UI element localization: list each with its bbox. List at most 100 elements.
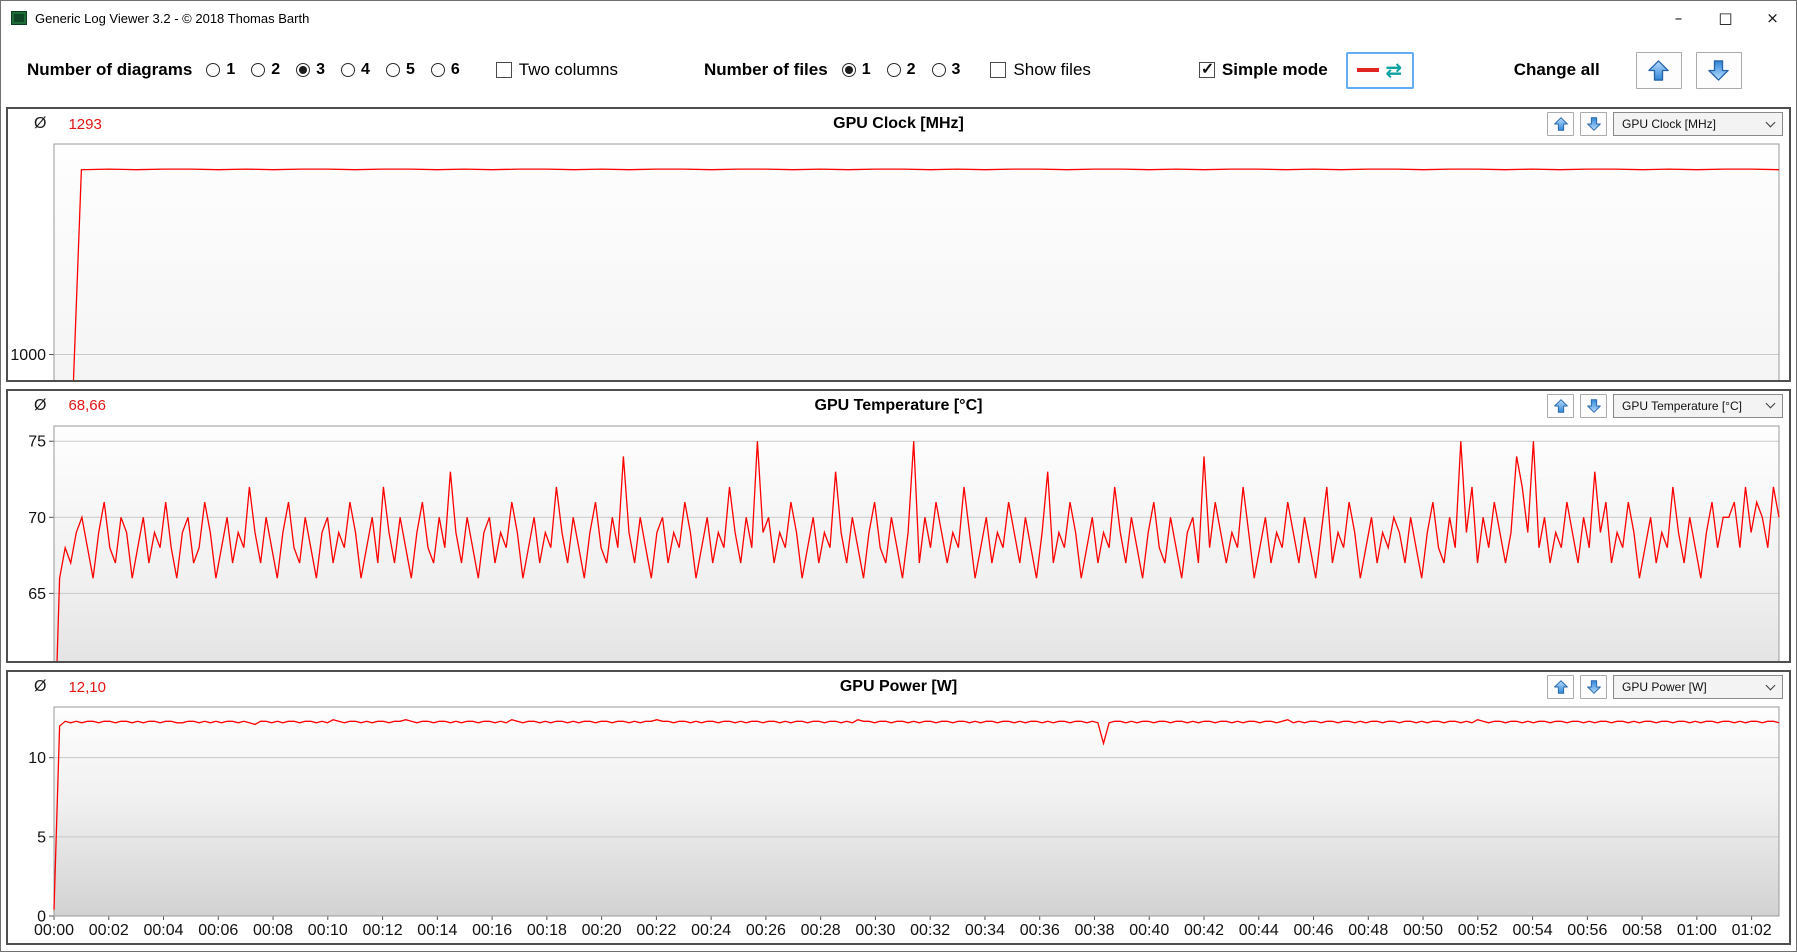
y-axis-labels: 5560657075 [28,433,54,664]
show-files-checkbox[interactable]: Show files [990,60,1091,80]
svg-text:00:12: 00:12 [363,922,403,939]
radio-icon [430,63,445,77]
chart-move-up-button[interactable] [1547,675,1574,700]
toolbar: Number of diagrams 1 2 3 4 5 6 Two columns Nu… [1,35,1796,105]
chart-move-up-button[interactable] [1547,393,1574,418]
charts-container: Ø 1293 GPU Clock [MHz] GPU Clock [MHz] 50010… [1,105,1796,951]
chart-title: GPU Power [W] [839,678,958,696]
two-columns-label: Two columns [518,60,618,79]
radio-label: 4 [361,61,370,78]
svg-text:00:28: 00:28 [801,922,841,939]
diagram-count-option-2[interactable]: 2 [251,61,280,79]
radio-label: 1 [226,61,236,78]
chart-controls: GPU Power [W] [1547,675,1783,700]
average-readout: Ø 1293 [34,109,102,139]
radio-icon [841,63,856,77]
diagram-count-option-5[interactable]: 5 [385,61,415,79]
file-count-option-1[interactable]: 1 [841,61,871,79]
chart-panel-2: Ø 68,66 GPU Temperature [°C] GPU Temperatur… [6,388,1791,664]
radio-label: 6 [450,61,460,78]
svg-text:00:32: 00:32 [910,922,950,939]
average-readout: Ø 12,10 [34,672,106,702]
change-all-down-button[interactable] [1695,51,1742,89]
svg-text:65: 65 [28,586,46,603]
titlebar: Generic Log Viewer 3.2 - © 2018 Thomas B… [1,1,1796,35]
chevron-down-icon [1765,398,1776,409]
up-arrow-icon [1648,59,1669,81]
radio-label: 2 [906,61,916,78]
chart-move-up-button[interactable] [1547,112,1574,136]
chart-plot: 051000:00 00:02 00:04 00:06 00:08 00:10 00:12 0… [28,706,1780,939]
svg-text:00:52: 00:52 [1458,922,1498,939]
svg-text:00:36: 00:36 [1020,922,1060,939]
x-axis-labels: 00:00 00:02 00:04 00:06 00:08 00:10 00:12 00:14… [34,916,1772,939]
svg-text:60: 60 [28,662,46,664]
diagram-count-option-3[interactable]: 3 [296,61,325,79]
chart-header: Ø 12,10 GPU Power [W] GPU Power [W] [8,672,1789,702]
chart-plot: 500100000:0000:0200:0400:0600:0800:1000:… [10,143,1780,380]
chart-metric-dropdown[interactable]: GPU Clock [MHz] [1613,112,1783,136]
y-axis-labels: 0510 [28,751,54,926]
maximize-button[interactable]: □ [1702,1,1749,35]
svg-text:1000: 1000 [10,347,46,364]
chart-header: Ø 1293 GPU Clock [MHz] GPU Clock [MHz] [8,109,1789,139]
radio-icon [296,63,311,77]
minimize-button[interactable]: – [1655,1,1702,35]
chart-metric-dropdown[interactable]: GPU Power [W] [1613,675,1783,700]
svg-text:00:08: 00:08 [253,922,293,939]
chart-title: GPU Clock [MHz] [833,115,964,132]
two-columns-checkbox[interactable]: Two columns [495,60,618,80]
chart-move-down-button[interactable] [1580,393,1607,418]
svg-text:00:10: 00:10 [308,922,348,939]
close-button[interactable]: × [1749,1,1796,35]
svg-text:00:24: 00:24 [691,922,731,939]
show-files-label: Show files [1013,60,1091,79]
diagram-count-option-4[interactable]: 4 [341,61,370,79]
average-symbol: Ø [34,396,47,414]
up-arrow-icon [1553,398,1568,413]
chart-move-down-button[interactable] [1580,675,1607,700]
red-line-icon [1357,68,1380,72]
svg-text:00:38: 00:38 [1074,922,1114,939]
chevron-down-icon [1765,117,1776,127]
file-count-option-3[interactable]: 3 [931,61,960,79]
app-window: Generic Log Viewer 3.2 - © 2018 Thomas B… [0,0,1797,952]
chart-move-down-button[interactable] [1580,112,1607,136]
diagram-count-option-1[interactable]: 1 [206,61,235,79]
svg-text:00:50: 00:50 [1403,922,1443,939]
file-count-option-2[interactable]: 2 [886,61,916,79]
svg-text:00:00: 00:00 [34,922,74,939]
svg-text:75: 75 [28,433,46,450]
number-of-files-label: Number of files [703,60,828,79]
average-symbol: Ø [34,678,47,696]
checkbox-icon [990,62,1007,78]
svg-text:00:14: 00:14 [417,922,457,939]
swap-arrows-icon: ⇄ [1385,58,1403,82]
svg-text:00:16: 00:16 [472,922,512,939]
dropdown-selected-value: GPU Clock [MHz] [1622,117,1717,131]
up-arrow-icon [1553,680,1568,695]
average-symbol: Ø [34,115,47,132]
simple-mode-checkbox[interactable]: Simple mode [1198,59,1328,80]
svg-text:00:20: 00:20 [582,922,622,939]
svg-text:00:26: 00:26 [746,922,786,939]
checkbox-icon [1198,59,1215,79]
chart-metric-dropdown[interactable]: GPU Temperature [°C] [1613,393,1783,418]
radio-icon [385,63,400,77]
svg-text:00:48: 00:48 [1348,922,1388,939]
chevron-down-icon [1765,680,1776,691]
diagram-count-option-6[interactable]: 6 [430,61,460,79]
chart-panel-3: Ø 12,10 GPU Power [W] GPU Power [W] 0 5 10 00:0… [6,670,1791,946]
dropdown-selected-value: GPU Power [W] [1622,680,1707,695]
window-controls: – □ × [1655,1,1796,35]
change-all-up-button[interactable] [1635,51,1682,89]
average-readout: Ø 68,66 [34,391,106,421]
svg-text:00:18: 00:18 [527,922,567,939]
svg-text:01:02: 01:02 [1732,922,1772,939]
svg-text:00:58: 00:58 [1622,922,1662,939]
svg-text:00:30: 00:30 [855,922,895,939]
svg-text:00:46: 00:46 [1294,922,1334,939]
line-style-swap-button[interactable]: ⇄ [1345,51,1414,89]
radio-icon [341,63,356,77]
checkbox-icon [495,62,512,78]
